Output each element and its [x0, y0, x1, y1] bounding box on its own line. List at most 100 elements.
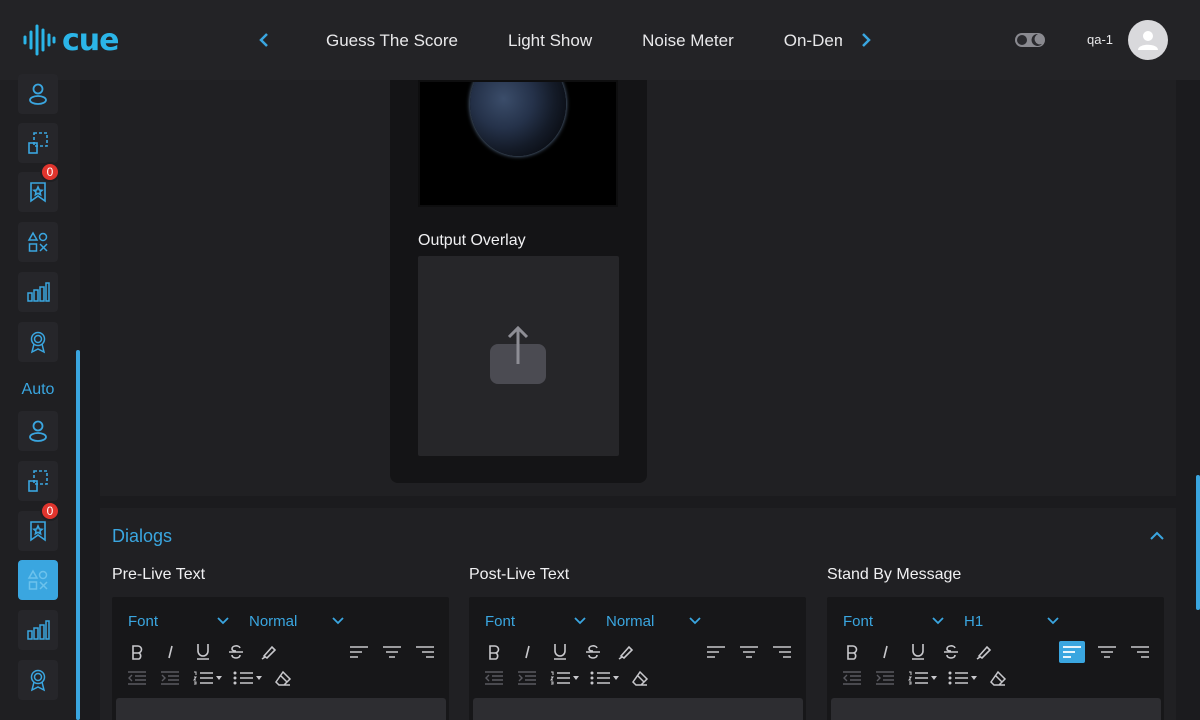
sidebar-item-auto-analytics[interactable]	[18, 610, 58, 650]
align-right-button[interactable]	[1129, 642, 1151, 662]
size-select-value: Normal	[249, 613, 298, 630]
bold-button[interactable]	[126, 642, 148, 662]
font-select[interactable]: Font	[485, 613, 595, 631]
underline-button[interactable]	[192, 642, 214, 662]
collapse-button[interactable]	[1147, 526, 1167, 546]
sidebar-section-label: Auto	[21, 381, 55, 398]
strikethrough-button[interactable]	[582, 642, 604, 662]
strikethrough-icon	[944, 645, 958, 659]
bookmark-star-icon	[30, 182, 46, 203]
underline-button[interactable]	[907, 642, 929, 662]
bullet-list-button[interactable]	[232, 668, 264, 688]
size-select[interactable]: H1	[964, 613, 1064, 631]
sidebar-item-auto-bookmarks[interactable]: 0	[18, 501, 60, 551]
user-name: qa-1	[1087, 32, 1114, 47]
italic-button[interactable]	[159, 642, 181, 662]
layout-dashed-icon	[28, 132, 48, 154]
tab-noise-meter[interactable]: Noise Meter	[642, 28, 734, 54]
align-center-icon	[1098, 646, 1116, 658]
ordered-list-button[interactable]	[907, 668, 939, 688]
shapes-icon	[27, 569, 48, 590]
highlight-button[interactable]	[258, 642, 280, 662]
underline-button[interactable]	[549, 642, 571, 662]
align-left-button[interactable]	[348, 642, 370, 662]
font-select[interactable]: Font	[128, 613, 238, 631]
clear-format-button[interactable]	[272, 668, 294, 688]
bold-button[interactable]	[483, 642, 505, 662]
nav-prev-button[interactable]	[252, 28, 276, 52]
sidebar-item-auto-awards[interactable]	[18, 660, 58, 700]
chevron-down-icon	[1047, 617, 1059, 625]
highlighter-icon	[618, 645, 634, 660]
outdent-button[interactable]	[841, 668, 863, 688]
chevron-down-icon	[932, 617, 944, 625]
italic-button[interactable]	[516, 642, 538, 662]
align-right-icon	[1131, 646, 1149, 658]
outdent-icon	[485, 671, 503, 685]
strikethrough-icon	[586, 645, 600, 659]
indent-button[interactable]	[159, 668, 181, 688]
sidebar-item-awards[interactable]	[18, 322, 58, 362]
align-left-button[interactable]	[705, 642, 727, 662]
tab-on-demand[interactable]: On-Demand	[784, 28, 842, 54]
tab-guess-the-score[interactable]: Guess The Score	[326, 28, 458, 54]
font-select[interactable]: Font	[843, 613, 953, 631]
sidebar-item-games[interactable]	[18, 222, 58, 262]
sidebar-item-analytics[interactable]	[18, 272, 58, 312]
sidebar-item-bookmarks[interactable]: 0	[18, 162, 60, 212]
user-outline-icon	[29, 420, 47, 442]
indent-button[interactable]	[516, 668, 538, 688]
outdent-icon	[128, 671, 146, 685]
sidebar-item-auto-layout[interactable]	[18, 461, 58, 501]
nav-next-button[interactable]	[854, 28, 878, 52]
clear-format-button[interactable]	[987, 668, 1009, 688]
eraser-icon	[990, 670, 1007, 686]
size-select[interactable]: Normal	[606, 613, 706, 631]
align-left-button[interactable]	[1059, 641, 1085, 663]
bullet-list-icon	[948, 671, 977, 685]
tab-light-show[interactable]: Light Show	[508, 28, 592, 54]
italic-button[interactable]	[874, 642, 896, 662]
align-center-button[interactable]	[381, 642, 403, 662]
background-preview[interactable]	[418, 80, 618, 207]
indent-button[interactable]	[874, 668, 896, 688]
align-right-button[interactable]	[771, 642, 793, 662]
highlight-button[interactable]	[973, 642, 995, 662]
sidebar-item-layout[interactable]	[18, 123, 58, 163]
avatar[interactable]	[1128, 20, 1168, 60]
outdent-button[interactable]	[126, 668, 148, 688]
size-select[interactable]: Normal	[249, 613, 349, 631]
sidebar-item-auto-games[interactable]	[18, 560, 58, 600]
dark-mode-toggle[interactable]	[1014, 30, 1046, 50]
editor-text-area[interactable]	[831, 698, 1161, 720]
outdent-button[interactable]	[483, 668, 505, 688]
align-center-button[interactable]	[738, 642, 760, 662]
ordered-list-icon	[550, 671, 579, 685]
strikethrough-button[interactable]	[225, 642, 247, 662]
clear-format-button[interactable]	[629, 668, 651, 688]
bold-button[interactable]	[841, 642, 863, 662]
editor-text-area[interactable]	[473, 698, 803, 720]
main-scrollbar[interactable]	[1196, 475, 1200, 610]
sidebar-item-profile[interactable]	[18, 74, 58, 114]
ordered-list-button[interactable]	[549, 668, 581, 688]
sidebar-item-auto-profile[interactable]	[18, 411, 58, 451]
media-panel: Output Overlay	[100, 80, 1176, 496]
align-right-button[interactable]	[414, 642, 436, 662]
ordered-list-button[interactable]	[192, 668, 224, 688]
cue-logo[interactable]: cue	[22, 22, 119, 58]
outdent-icon	[843, 671, 861, 685]
bullet-list-button[interactable]	[589, 668, 621, 688]
bold-icon	[847, 645, 858, 660]
highlight-button[interactable]	[615, 642, 637, 662]
font-select-value: Font	[843, 613, 874, 630]
bullet-list-button[interactable]	[947, 668, 979, 688]
chevron-right-icon	[862, 33, 871, 47]
output-overlay-upload[interactable]	[418, 256, 619, 456]
sidebar: 0 Auto 0	[0, 74, 80, 720]
editor-text-area[interactable]	[116, 698, 446, 720]
bold-icon	[489, 645, 500, 660]
strikethrough-button[interactable]	[940, 642, 962, 662]
align-center-button[interactable]	[1096, 642, 1118, 662]
strikethrough-icon	[229, 645, 243, 659]
